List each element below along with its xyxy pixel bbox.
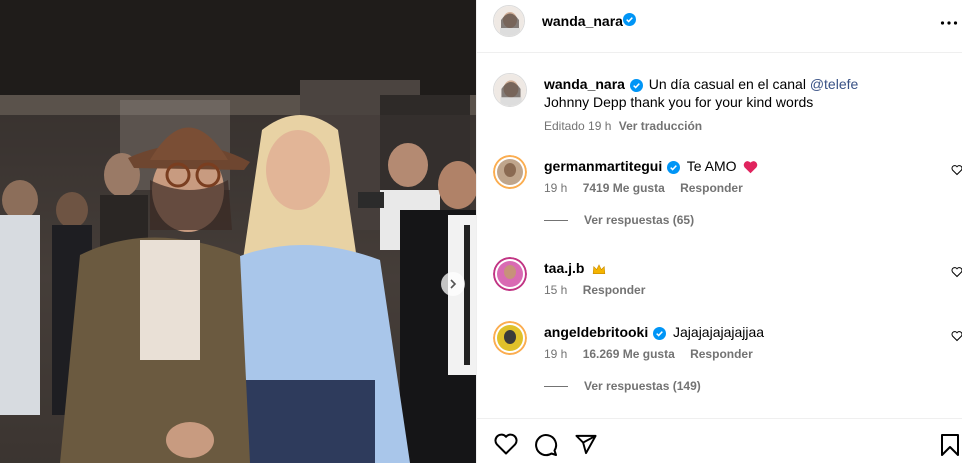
caption-meta: Editado 19 h Ver traducción bbox=[544, 117, 944, 135]
post-details-panel: wanda_nara wanda_nara Un día casual en e… bbox=[476, 0, 962, 463]
comment-meta: 15 h Responder bbox=[544, 283, 657, 297]
comment-time: 19 h bbox=[544, 347, 568, 361]
heart-icon[interactable] bbox=[951, 266, 962, 278]
comment-likes[interactable]: 7419 Me gusta bbox=[583, 181, 665, 195]
comment-icon[interactable] bbox=[534, 433, 558, 457]
comment-text: Jajajajajajajjaa bbox=[673, 324, 765, 340]
bookmark-icon[interactable] bbox=[940, 433, 960, 457]
caption-author-username[interactable]: wanda_nara bbox=[544, 76, 625, 92]
caption-text: Un día casual en el canal bbox=[648, 76, 806, 92]
caption-line-2: Johnny Depp thank you for your kind word… bbox=[544, 94, 814, 110]
comment-time: 15 h bbox=[544, 283, 568, 297]
reply-button[interactable]: Responder bbox=[583, 283, 646, 297]
chevron-right-icon bbox=[450, 279, 457, 289]
post-photo bbox=[0, 0, 476, 463]
heart-icon[interactable] bbox=[951, 164, 962, 176]
comment-meta: 19 h 7419 Me gusta Responder bbox=[544, 181, 755, 195]
comment-username[interactable]: taa.j.b bbox=[544, 260, 584, 276]
view-replies-button[interactable]: Ver respuestas (65) bbox=[544, 213, 694, 227]
caption-line-1: wanda_nara Un día casual en el canal @te… bbox=[544, 75, 944, 93]
edited-label: Editado 19 h bbox=[544, 119, 612, 133]
comment-likes[interactable]: 16.269 Me gusta bbox=[583, 347, 675, 361]
verified-badge-icon bbox=[667, 160, 681, 174]
heart-icon[interactable] bbox=[494, 433, 518, 455]
verified-badge-icon bbox=[623, 13, 636, 26]
comment-username[interactable]: angeldebritooki bbox=[544, 324, 648, 340]
heart-icon[interactable] bbox=[951, 330, 962, 342]
send-icon[interactable] bbox=[574, 433, 598, 456]
comment-username[interactable]: germanmartitegui bbox=[544, 158, 662, 174]
post-header: wanda_nara bbox=[477, 0, 962, 53]
view-replies-label: Ver respuestas (149) bbox=[584, 379, 701, 393]
reply-button[interactable]: Responder bbox=[680, 181, 743, 195]
carousel-next-button[interactable] bbox=[441, 272, 465, 296]
reply-button[interactable]: Responder bbox=[690, 347, 753, 361]
see-translation-link[interactable]: Ver traducción bbox=[619, 119, 702, 133]
post-photo-illustration bbox=[0, 0, 476, 463]
caption-author-avatar[interactable] bbox=[493, 73, 527, 107]
comment-time: 19 h bbox=[544, 181, 568, 195]
view-replies-label: Ver respuestas (65) bbox=[584, 213, 695, 227]
comment-text: Te AMO bbox=[686, 158, 737, 174]
author-username[interactable]: wanda_nara bbox=[542, 13, 623, 29]
verified-badge-icon bbox=[629, 78, 643, 92]
comment-avatar[interactable] bbox=[493, 155, 527, 189]
crown-emoji-icon bbox=[593, 264, 606, 275]
comment-avatar[interactable] bbox=[493, 321, 527, 355]
replies-divider bbox=[544, 219, 568, 221]
post-action-bar bbox=[477, 418, 962, 463]
verified-badge-icon bbox=[653, 326, 667, 340]
view-replies-button[interactable]: Ver respuestas (149) bbox=[544, 379, 701, 393]
comment-meta: 19 h 16.269 Me gusta Responder bbox=[544, 347, 765, 361]
author-avatar[interactable] bbox=[493, 5, 525, 37]
caption-mention-link[interactable]: @telefe bbox=[810, 76, 858, 92]
red-heart-emoji-icon bbox=[744, 161, 758, 174]
comment-avatar[interactable] bbox=[493, 257, 527, 291]
more-horizontal-icon[interactable] bbox=[940, 14, 958, 32]
replies-divider bbox=[544, 385, 568, 387]
